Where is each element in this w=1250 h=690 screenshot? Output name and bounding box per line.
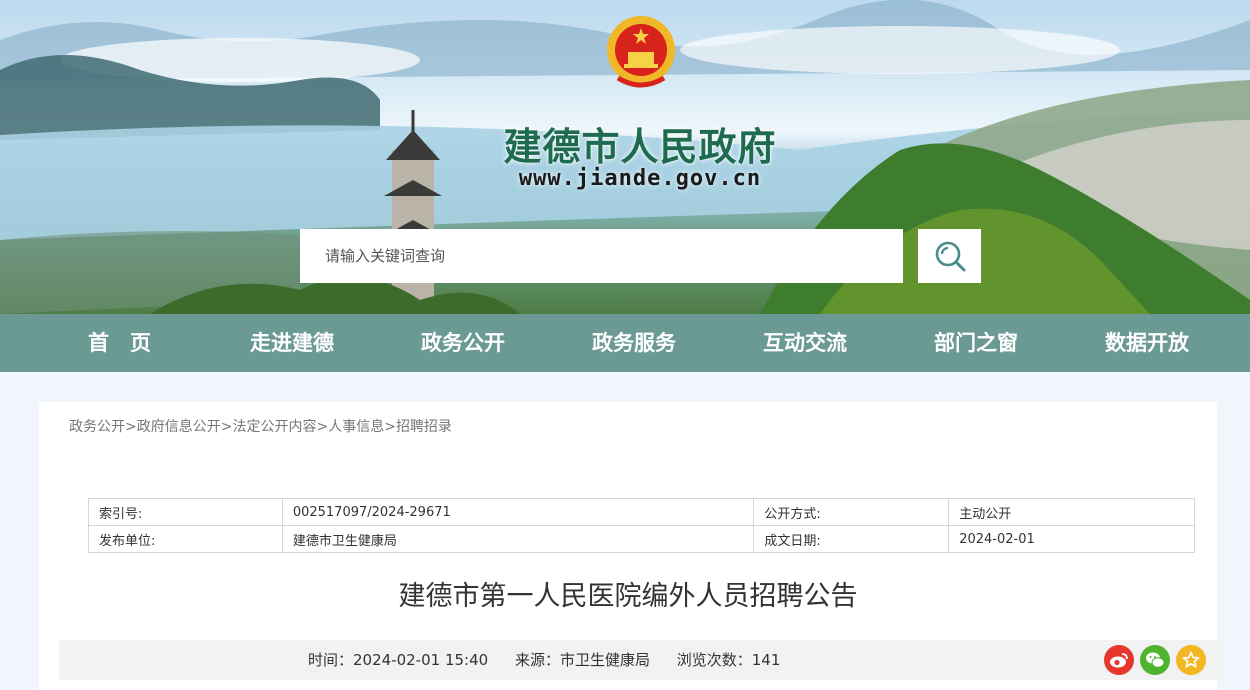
breadcrumb-item[interactable]: 招聘招录 xyxy=(396,419,452,435)
nav-item-gov-affairs[interactable]: 政务公开 xyxy=(421,314,505,372)
breadcrumb-item[interactable]: 人事信息 xyxy=(328,419,384,435)
share-weibo-button[interactable] xyxy=(1104,645,1134,675)
article-source: 来源：市卫生健康局 xyxy=(514,651,650,669)
publish-time: 时间：2024-02-01 15:40 xyxy=(308,651,489,669)
wechat-icon xyxy=(1146,652,1165,668)
article-title: 建德市第一人民医院编外人员招聘公告 xyxy=(398,581,858,612)
nav-item-open-data[interactable]: 数据开放 xyxy=(1105,314,1189,372)
site-url: www.jiande.gov.cn xyxy=(518,166,762,191)
date-value: 2024-02-01 xyxy=(948,525,1195,553)
date-label: 成文日期: xyxy=(753,525,950,553)
site-title: 建德市人民政府 xyxy=(503,125,777,169)
breadcrumb-item[interactable]: 政务公开 xyxy=(69,419,125,435)
document-meta-table: 索引号: 002517097/2024-29671 公开方式: 主动公开 发布单… xyxy=(88,498,1195,553)
search-icon xyxy=(935,241,965,272)
content-panel: 政务公开>政府信息公开>法定公开内容>人事信息>招聘招录 索引号: 002517… xyxy=(39,402,1223,690)
disclosure-label: 公开方式: xyxy=(753,498,950,526)
disclosure-value: 主动公开 xyxy=(948,498,1195,526)
nav-item-about[interactable]: 走进建德 xyxy=(250,314,334,372)
nav-item-interaction[interactable]: 互动交流 xyxy=(763,314,847,372)
nav-item-services[interactable]: 政务服务 xyxy=(592,314,676,372)
main-nav: 首 页 走进建德 政务公开 政务服务 互动交流 部门之窗 数据开放 xyxy=(0,314,1250,372)
article-info: 时间：2024-02-01 15:40 来源：市卫生健康局 浏览次数：141 xyxy=(308,640,802,680)
search-input[interactable] xyxy=(300,229,903,283)
weibo-icon xyxy=(1110,653,1128,668)
add-favorite-button[interactable] xyxy=(1176,645,1206,675)
nav-item-departments[interactable]: 部门之窗 xyxy=(934,314,1018,372)
star-icon xyxy=(1182,651,1200,668)
nav-item-home[interactable]: 首 页 xyxy=(88,314,151,372)
share-wechat-button[interactable] xyxy=(1140,645,1170,675)
publisher-value: 建德市卫生健康局 xyxy=(281,525,755,553)
index-value: 002517097/2024-29671 xyxy=(281,498,755,526)
search-button[interactable] xyxy=(918,229,981,283)
table-row: 发布单位: 建德市卫生健康局 成文日期: 2024-02-01 xyxy=(88,525,1195,553)
table-row: 索引号: 002517097/2024-29671 公开方式: 主动公开 xyxy=(88,498,1195,526)
view-count: 浏览次数：141 xyxy=(676,651,781,669)
publisher-label: 发布单位: xyxy=(88,525,283,553)
header-banner: 建德市人民政府 www.jiande.gov.cn xyxy=(0,0,1250,314)
national-emblem-icon xyxy=(607,16,675,88)
index-label: 索引号: xyxy=(88,498,283,526)
breadcrumb: 政务公开>政府信息公开>法定公开内容>人事信息>招聘招录 xyxy=(69,419,452,435)
article-info-bar: 时间：2024-02-01 15:40 来源：市卫生健康局 浏览次数：141 xyxy=(59,640,1223,680)
breadcrumb-item[interactable]: 政府信息公开 xyxy=(137,419,221,435)
breadcrumb-item[interactable]: 法定公开内容 xyxy=(232,419,316,435)
